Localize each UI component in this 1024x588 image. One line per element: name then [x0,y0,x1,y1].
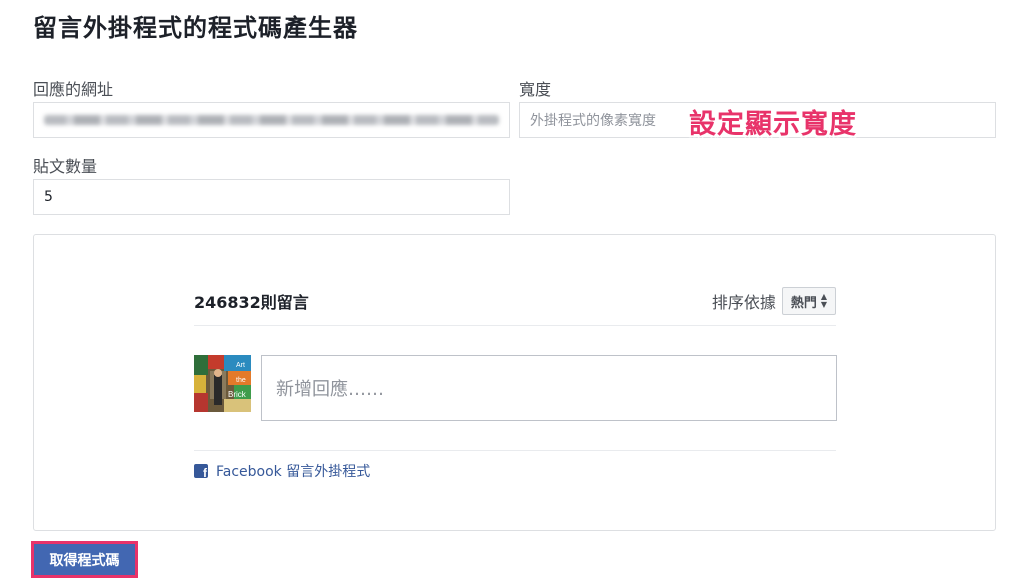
url-field[interactable] [33,102,510,138]
get-code-button[interactable]: 取得程式碼 [31,541,138,578]
comment-input-placeholder: 新增回應…… [276,379,384,400]
width-field-placeholder: 外掛程式的像素寬度 [530,113,656,129]
sort-select-value: 熱門 [790,295,817,311]
count-field-value: 5 [44,189,53,205]
svg-text:Brick: Brick [228,390,247,399]
facebook-icon: f [194,464,208,478]
comment-count: 246832則留言 [194,293,309,312]
count-field[interactable]: 5 [33,179,510,215]
sort-arrows-icon: ▲ ▼ [820,292,827,309]
avatar: Art the Brick [194,355,251,412]
sort-select[interactable]: 熱門 ▲ ▼ [781,287,836,315]
facebook-plugin-link[interactable]: f Facebook 留言外掛程式 [194,461,370,481]
plugin-preview: 246832則留言 排序依據 熱門 ▲ ▼ Art the Brick 新增回應… [33,234,996,531]
page-title: 留言外掛程式的程式碼產生器 [33,14,358,42]
facebook-plugin-link-label: Facebook 留言外掛程式 [216,464,371,480]
sort-control: 排序依據 熱門 ▲ ▼ [712,287,836,315]
svg-text:the: the [236,377,246,384]
sort-label: 排序依據 [711,293,776,312]
url-label: 回應的網址 [33,80,114,99]
comment-input[interactable]: 新增回應…… [261,355,837,421]
count-label: 貼文數量 [33,157,98,176]
divider [194,325,836,326]
width-label: 寬度 [519,80,552,99]
svg-text:Art: Art [236,362,245,369]
width-annotation: 設定顯示寬度 [689,109,857,140]
blurred-url-value [44,115,499,125]
divider [194,450,836,451]
